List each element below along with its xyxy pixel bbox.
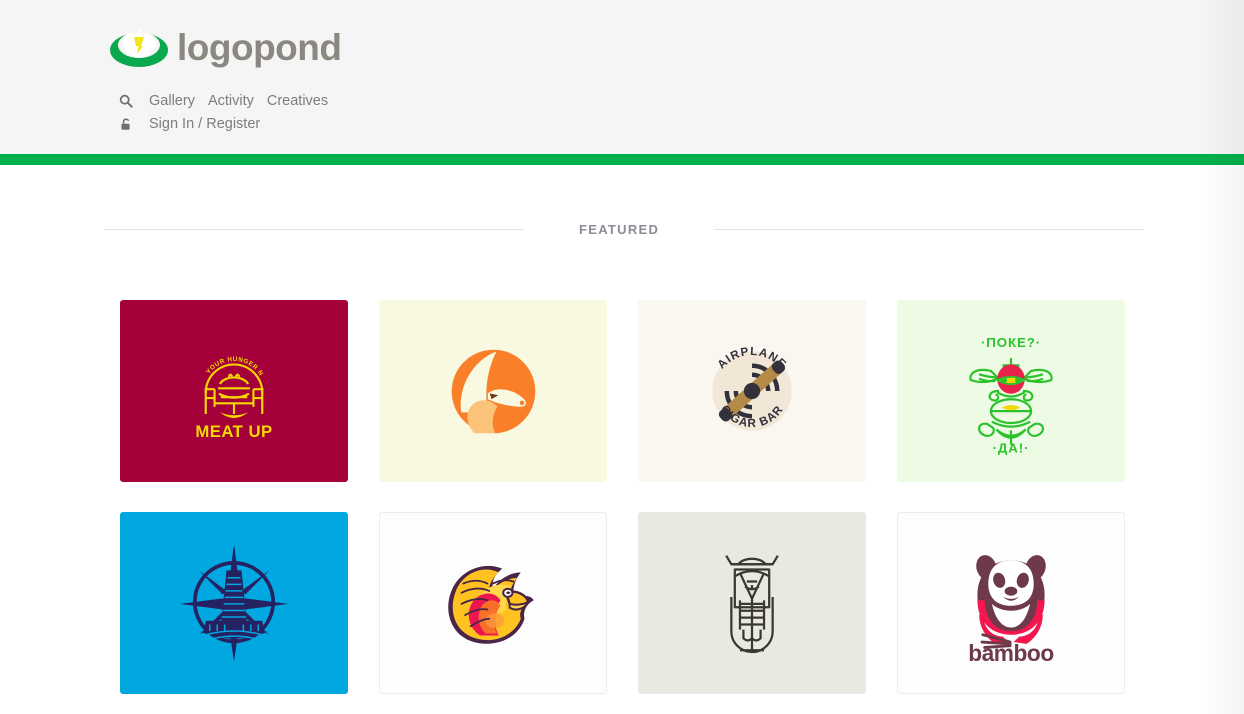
featured-label: FEATURED bbox=[579, 222, 660, 237]
logo-card-phoenix-mascot[interactable] bbox=[379, 512, 607, 694]
logo-card-poke-da[interactable]: ·ПОКЕ?· ·ДА!· bbox=[897, 300, 1125, 482]
svg-text:MEAT UP: MEAT UP bbox=[195, 422, 272, 441]
logo-card-airplane-cigar-bar[interactable]: AIRPLANE CIGAR BAR bbox=[638, 300, 866, 482]
primary-nav: Gallery Activity Creatives bbox=[116, 91, 328, 111]
svg-text:bamboo: bamboo bbox=[968, 640, 1054, 662]
nav-gallery[interactable]: Gallery bbox=[149, 93, 195, 109]
account-nav: Sign In / Register bbox=[116, 114, 260, 134]
logo-card-microphone-totem[interactable] bbox=[638, 512, 866, 694]
featured-section-header: FEATURED bbox=[104, 222, 1144, 237]
featured-gallery-grid: MEAT UP MEET YOUR HUNGER NEEDS bbox=[120, 300, 1128, 694]
nav-sign-in-register[interactable]: Sign In / Register bbox=[149, 116, 260, 132]
svg-text:MEET YOUR HUNGER NEEDS: MEET YOUR HUNGER NEEDS bbox=[172, 338, 264, 377]
brand-wordmark: logopond bbox=[177, 26, 342, 68]
logo-card-skyscraper-compass[interactable] bbox=[120, 512, 348, 694]
page-root: logopond Gallery Activity Creatives Sign… bbox=[0, 0, 1244, 714]
lock-icon[interactable] bbox=[116, 114, 136, 134]
divider-right bbox=[714, 229, 1144, 230]
svg-text:·ПОКЕ?·: ·ПОКЕ?· bbox=[981, 335, 1041, 350]
logo-card-bamboo[interactable]: bamboo bbox=[897, 512, 1125, 694]
divider-left bbox=[104, 229, 524, 230]
accent-bar bbox=[0, 154, 1244, 165]
search-icon[interactable] bbox=[116, 91, 136, 111]
nav-creatives[interactable]: Creatives bbox=[267, 93, 328, 109]
site-header: logopond Gallery Activity Creatives Sign… bbox=[0, 0, 1244, 154]
svg-text:·ДА!·: ·ДА!· bbox=[993, 440, 1030, 455]
nav-activity[interactable]: Activity bbox=[208, 93, 254, 109]
logo-card-meat-up[interactable]: MEAT UP MEET YOUR HUNGER NEEDS bbox=[120, 300, 348, 482]
brand-logo[interactable]: logopond bbox=[108, 23, 342, 69]
logo-card-fox[interactable] bbox=[379, 300, 607, 482]
logopond-lily-icon bbox=[108, 23, 170, 69]
